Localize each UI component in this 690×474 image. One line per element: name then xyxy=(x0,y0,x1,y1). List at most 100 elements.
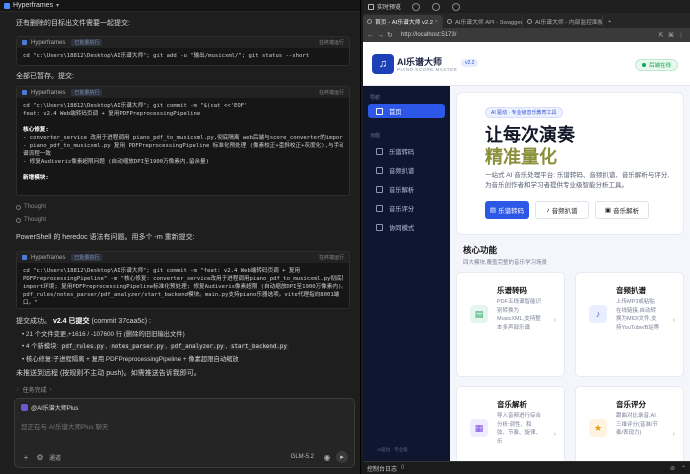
analysis-icon: ▣ xyxy=(604,207,612,214)
tab-label: AI乐谱大师 - 内部监控面板 xyxy=(535,20,603,26)
model-selector[interactable]: GLM-5.2 xyxy=(291,454,314,460)
star-icon xyxy=(376,204,383,212)
chat-window-title: Hyperframes xyxy=(13,2,54,9)
staged-text: 全部已暂存。提交: xyxy=(16,73,74,80)
reload-icon[interactable]: ↻ xyxy=(387,31,397,39)
send-button[interactable]: ▸ xyxy=(336,451,348,463)
executed-chip: 已批量执行 xyxy=(71,89,103,96)
executed-chip: 已批量执行 xyxy=(71,254,103,261)
settings-icon[interactable] xyxy=(452,2,461,11)
agent-tag[interactable]: @AI乐谱大师Plus xyxy=(21,403,78,412)
url-input[interactable]: http://localhost:5173/ xyxy=(401,32,656,38)
audio-button[interactable]: ♪ 音频扒谱 xyxy=(535,201,589,219)
mic-icon[interactable]: ◉ xyxy=(322,452,332,462)
nav-group-label: 导航 xyxy=(370,95,381,101)
card-title: 乐谱转码 xyxy=(497,286,527,295)
status-label: 后端在线 xyxy=(648,63,671,69)
feature-card-analysis[interactable]: ▦ 音乐解析 导入音频进行综合分析:调性、和弦、节奏、旋律、乐 › xyxy=(456,386,565,461)
app-main: AI 驱动 · 专业级音乐教育工具 让每次演奏 精准量化 一站式 AI 音乐处理… xyxy=(450,86,690,461)
music-logo-icon[interactable]: ♫ xyxy=(372,54,394,74)
open-external-icon[interactable]: ⇱ xyxy=(656,32,666,39)
sidebar-item-home[interactable]: 首页 xyxy=(368,104,445,118)
bullet-item: • 核心修复:子进程隔离 + 复用 PDFPreprocessingPipeli… xyxy=(22,356,239,363)
tools-icon[interactable]: ⚙ xyxy=(35,452,45,462)
code-chip: pdf_analyzer.py xyxy=(169,344,226,350)
sidebar-item-audio[interactable]: 音频扒谱 xyxy=(368,163,445,177)
sidebar-item-transcode[interactable]: 乐谱转码 xyxy=(368,144,445,158)
transcode-button[interactable]: ▤ 乐谱转码 xyxy=(485,201,529,219)
browser-tab-home[interactable]: 首页 - AI乐谱大师 v2.2 × xyxy=(363,15,443,28)
terminal-label: Hyperframes xyxy=(31,39,66,46)
feature-card-scoring[interactable]: ★ 音乐评分 跟曲对比录音,AI三维评分(音准/节奏/表现力) › xyxy=(575,386,684,461)
tab-favicon xyxy=(447,19,452,24)
commit-title: 提交成功。 xyxy=(16,318,51,325)
browser-tab-swagger[interactable]: AI乐谱大师 API - Swagger UI× xyxy=(443,15,523,28)
commit-result: 提交成功。 v2.4 已提交 (commit 37caa5c) : xyxy=(16,316,151,326)
sidebar-item-analysis[interactable]: 音乐解析 xyxy=(368,182,445,196)
feature-card-transcode[interactable]: ▤ 乐谱转码 PDF五线谱智能识别转换为MusicXML,支持整本多声部乐谱 › xyxy=(456,272,565,377)
collab-icon xyxy=(376,223,383,231)
thought-label: Thought xyxy=(24,204,47,210)
chevron-down-icon[interactable]: ▾ xyxy=(56,2,59,9)
task-status[interactable]: ◌ 任务完成 › xyxy=(16,385,52,395)
thought-label: Thought xyxy=(24,217,47,223)
chat-composer[interactable]: @AI乐谱大师Plus 您正在与 AI乐谱大师Plus 聊天 + ⚙ 通道 GL… xyxy=(14,398,355,468)
audio-icon xyxy=(376,166,383,174)
composer-toolbar: + ⚙ 通道 GLM-5.2 ◉ ▸ xyxy=(21,451,348,463)
feature-card-audio[interactable]: ♪ 音频扒谱 上传MP3或粘贴在线链接,自动转换为MIDI文件,支持YouTub… xyxy=(575,272,684,377)
run-in-terminal-button[interactable]: 在终端运行 xyxy=(319,39,344,46)
card-title: 音频扒谱 xyxy=(616,286,646,295)
task-status-label: 任务完成 xyxy=(22,388,47,394)
commit-hash: (commit 37caa5c) : xyxy=(91,318,152,325)
code-line: feat: v2.4 Web端转码页调 + 复用PDFPreprocessing… xyxy=(23,111,201,117)
record-icon[interactable] xyxy=(412,2,421,11)
thought-toggle[interactable]: Thought xyxy=(16,204,46,210)
sidebar-item-label: 首页 xyxy=(389,108,402,116)
mode-selector[interactable]: 通道 xyxy=(49,453,61,462)
forward-icon[interactable]: → xyxy=(377,32,387,39)
chat-titlebar: Hyperframes ▾ xyxy=(0,0,360,12)
run-in-terminal-button[interactable]: 在终端运行 xyxy=(319,254,344,261)
back-icon[interactable]: ← xyxy=(367,32,377,39)
chevron-right-icon: › xyxy=(553,317,556,324)
add-icon[interactable]: + xyxy=(21,452,31,462)
terminal-block-header: Hyperframes 已批量执行 在终端运行 xyxy=(17,37,349,48)
thought-icon xyxy=(16,204,21,210)
terminal-block-header: Hyperframes 已批量执行 在终端运行 xyxy=(17,252,349,263)
terminal-block-header: Hyperframes 已批量执行 在终端运行 xyxy=(17,87,349,98)
bullet-item: • 21 个文件变更,+1616 / -107600 行 (删除的旧旧输出文件) xyxy=(22,331,185,338)
hero-description: 一站式 AI 音乐处理平台: 乐谱转码、音频扒谱、音乐解析与评分,为音乐创作者和… xyxy=(485,172,670,189)
new-tab-button[interactable]: + xyxy=(603,15,616,28)
sidebar-item-label: 音乐评分 xyxy=(389,205,415,213)
sidebar-item-scoring[interactable]: 音乐评分 xyxy=(368,201,445,215)
button-label: 音频扒谱 xyxy=(551,208,578,215)
clear-icon[interactable]: ⊘ xyxy=(670,465,675,472)
console-bar[interactable]: 控制台日志 0 ⊘ ⌃ xyxy=(363,461,690,474)
preview-titlebar: 实时预览 xyxy=(363,0,690,13)
sidebar-item-collab[interactable]: 协同模式 xyxy=(368,220,445,234)
globe-icon[interactable] xyxy=(432,2,441,11)
devtools-icon[interactable]: ⌘ xyxy=(666,32,676,39)
chat-input[interactable]: 您正在与 AI乐谱大师Plus 聊天 xyxy=(21,421,108,431)
chevron-up-icon[interactable]: ⌃ xyxy=(681,465,686,472)
more-icon[interactable]: ⋮ xyxy=(676,32,686,39)
thought-toggle[interactable]: Thought xyxy=(16,217,46,223)
code-chip: notes_parser.py xyxy=(109,344,166,350)
tab-favicon xyxy=(527,19,532,24)
mic-icon: ♪ xyxy=(546,206,550,214)
code-line: 新增模块: xyxy=(23,175,49,181)
code-line: - piano_pdf_to_musicxml.py 复用 PDFPreproc… xyxy=(23,143,343,149)
score-icon: ▤ xyxy=(489,207,497,214)
close-icon[interactable]: × xyxy=(435,19,438,25)
code-line: PDFPreprocessingPipeline" -m "核心修复: conv… xyxy=(23,276,343,282)
analysis-button[interactable]: ▣ 音乐解析 xyxy=(595,201,649,219)
preview-title-label: 实时预览 xyxy=(377,5,402,11)
terminal-block-1: Hyperframes 已批量执行 在终端运行 cd "c:\Users\188… xyxy=(16,36,350,66)
web-app: ♫ AI乐谱大师 PIANO SCORE MASTER v2.2 后端在线 导航… xyxy=(363,42,690,461)
run-in-terminal-button[interactable]: 在终端运行 xyxy=(319,89,344,96)
terminal-label: Hyperframes xyxy=(31,89,66,96)
browser-tab-monitor[interactable]: AI乐谱大师 - 内部监控面板× xyxy=(523,15,603,28)
preview-pane: 实时预览 首页 - AI乐谱大师 v2.2 × AI乐谱大师 API - Swag… xyxy=(363,0,690,474)
